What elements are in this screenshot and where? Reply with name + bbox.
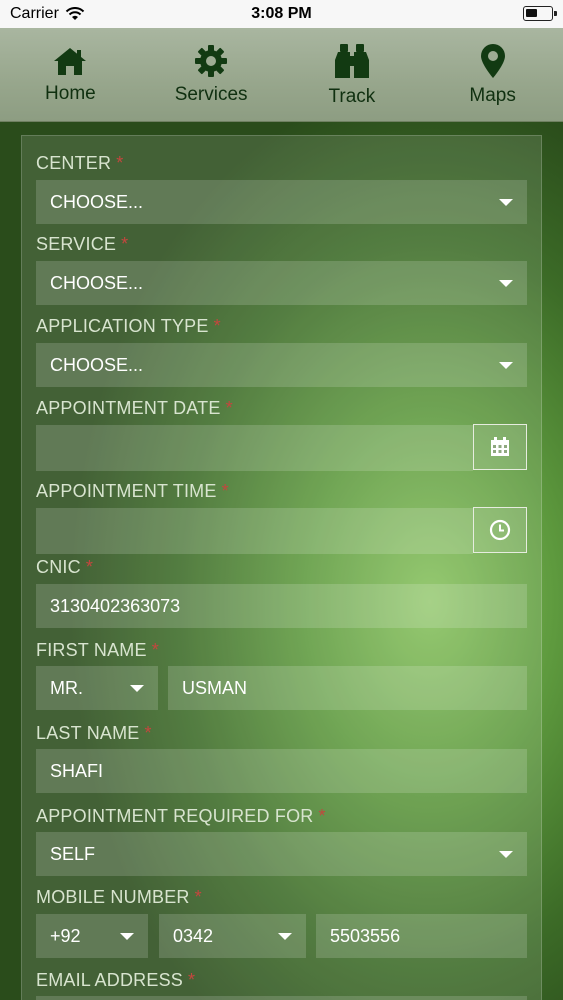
first-name-label: FIRST NAME *: [36, 640, 159, 661]
status-bar: Carrier 3:08 PM: [0, 0, 563, 28]
service-select[interactable]: CHOOSE...: [36, 261, 527, 305]
appointment-date-label-text: APPOINTMENT DATE: [36, 398, 221, 418]
appointment-date-input[interactable]: [36, 425, 473, 471]
required-mark: *: [318, 806, 326, 826]
required-mark: *: [144, 723, 152, 743]
chevron-down-icon: [499, 362, 513, 369]
appointment-time-label-text: APPOINTMENT TIME: [36, 481, 217, 501]
nav-item-services[interactable]: Services: [151, 44, 271, 106]
application-type-label: APPLICATION TYPE *: [36, 316, 221, 337]
first-name-label-text: FIRST NAME: [36, 640, 147, 660]
home-icon: [54, 47, 87, 75]
clock-button[interactable]: [473, 507, 527, 553]
country-code-value: +92: [50, 925, 81, 946]
gear-icon: [195, 44, 228, 77]
top-nav: Home Services Track Maps: [0, 28, 563, 122]
application-type-select[interactable]: CHOOSE...: [36, 343, 527, 387]
calendar-button[interactable]: [473, 424, 527, 470]
mobile-number-label: MOBILE NUMBER *: [36, 887, 202, 908]
clock-icon: [489, 519, 511, 541]
email-address-label: EMAIL ADDRESS *: [36, 970, 195, 991]
first-name-value: USMAN: [182, 677, 248, 698]
cnic-label: CNIC *: [36, 557, 93, 578]
nav-item-label: Track: [328, 85, 376, 107]
application-type-value: CHOOSE...: [50, 354, 144, 375]
operator-code-select[interactable]: 0342: [159, 914, 306, 958]
appointment-date-label: APPOINTMENT DATE *: [36, 398, 233, 419]
nav-item-track[interactable]: Track: [292, 42, 412, 108]
chevron-down-icon: [499, 199, 513, 206]
last-name-label: LAST NAME *: [36, 723, 152, 744]
cnic-value: 3130402363073: [50, 595, 181, 616]
service-label-text: SERVICE: [36, 234, 117, 254]
service-label: SERVICE *: [36, 234, 128, 255]
nav-item-label: Services: [174, 83, 248, 105]
required-mark: *: [221, 481, 229, 501]
required-mark: *: [225, 398, 233, 418]
center-label-text: CENTER: [36, 153, 112, 173]
mobile-number-input[interactable]: 5503556: [316, 914, 527, 958]
mobile-number-value: 5503556: [330, 925, 401, 946]
required-mark: *: [85, 557, 94, 577]
last-name-value: SHAFI: [50, 760, 104, 781]
application-type-label-text: APPLICATION TYPE: [36, 316, 209, 336]
email-address-label-text: EMAIL ADDRESS: [36, 970, 183, 990]
service-value: CHOOSE...: [50, 272, 144, 293]
chevron-down-icon: [499, 280, 513, 287]
appointment-required-for-value: SELF: [50, 843, 96, 864]
required-mark: *: [213, 316, 221, 336]
email-address-input[interactable]: [36, 996, 527, 1000]
battery-icon: [523, 6, 557, 21]
last-name-input[interactable]: SHAFI: [36, 749, 527, 793]
required-mark: *: [194, 887, 202, 907]
title-select[interactable]: MR.: [36, 666, 158, 710]
operator-code-value: 0342: [173, 925, 214, 946]
cnic-input[interactable]: 3130402363073: [36, 584, 527, 628]
required-mark: *: [187, 970, 196, 990]
chevron-down-icon: [278, 933, 292, 940]
mobile-number-label-text: MOBILE NUMBER: [36, 887, 190, 907]
chevron-down-icon: [130, 685, 144, 692]
center-value: CHOOSE...: [50, 191, 144, 212]
first-name-input[interactable]: USMAN: [168, 666, 527, 710]
appointment-time-input[interactable]: [36, 508, 473, 554]
last-name-label-text: LAST NAME: [36, 723, 140, 743]
appointment-required-for-label-text: APPOINTMENT REQUIRED FOR: [36, 806, 314, 826]
center-select[interactable]: CHOOSE...: [36, 180, 527, 224]
nav-item-maps[interactable]: Maps: [433, 43, 553, 107]
country-code-select[interactable]: +92: [36, 914, 148, 958]
required-mark: *: [151, 640, 159, 660]
chevron-down-icon: [499, 851, 513, 858]
required-mark: *: [116, 153, 124, 173]
nav-item-home[interactable]: Home: [10, 45, 130, 105]
binoculars-icon: [334, 43, 369, 78]
appointment-time-label: APPOINTMENT TIME *: [36, 481, 229, 502]
title-value: MR.: [50, 677, 83, 698]
required-mark: *: [121, 234, 129, 254]
calendar-icon: [491, 437, 509, 456]
cnic-label-text: CNIC: [36, 557, 81, 577]
appointment-required-for-label: APPOINTMENT REQUIRED FOR *: [36, 806, 326, 827]
center-label: CENTER *: [36, 153, 123, 174]
status-time: 3:08 PM: [251, 5, 312, 22]
nav-item-label: Home: [45, 82, 96, 104]
chevron-down-icon: [120, 933, 134, 940]
appointment-required-for-select[interactable]: SELF: [36, 832, 527, 876]
map-pin-icon: [480, 43, 505, 78]
nav-item-label: Maps: [469, 84, 516, 106]
